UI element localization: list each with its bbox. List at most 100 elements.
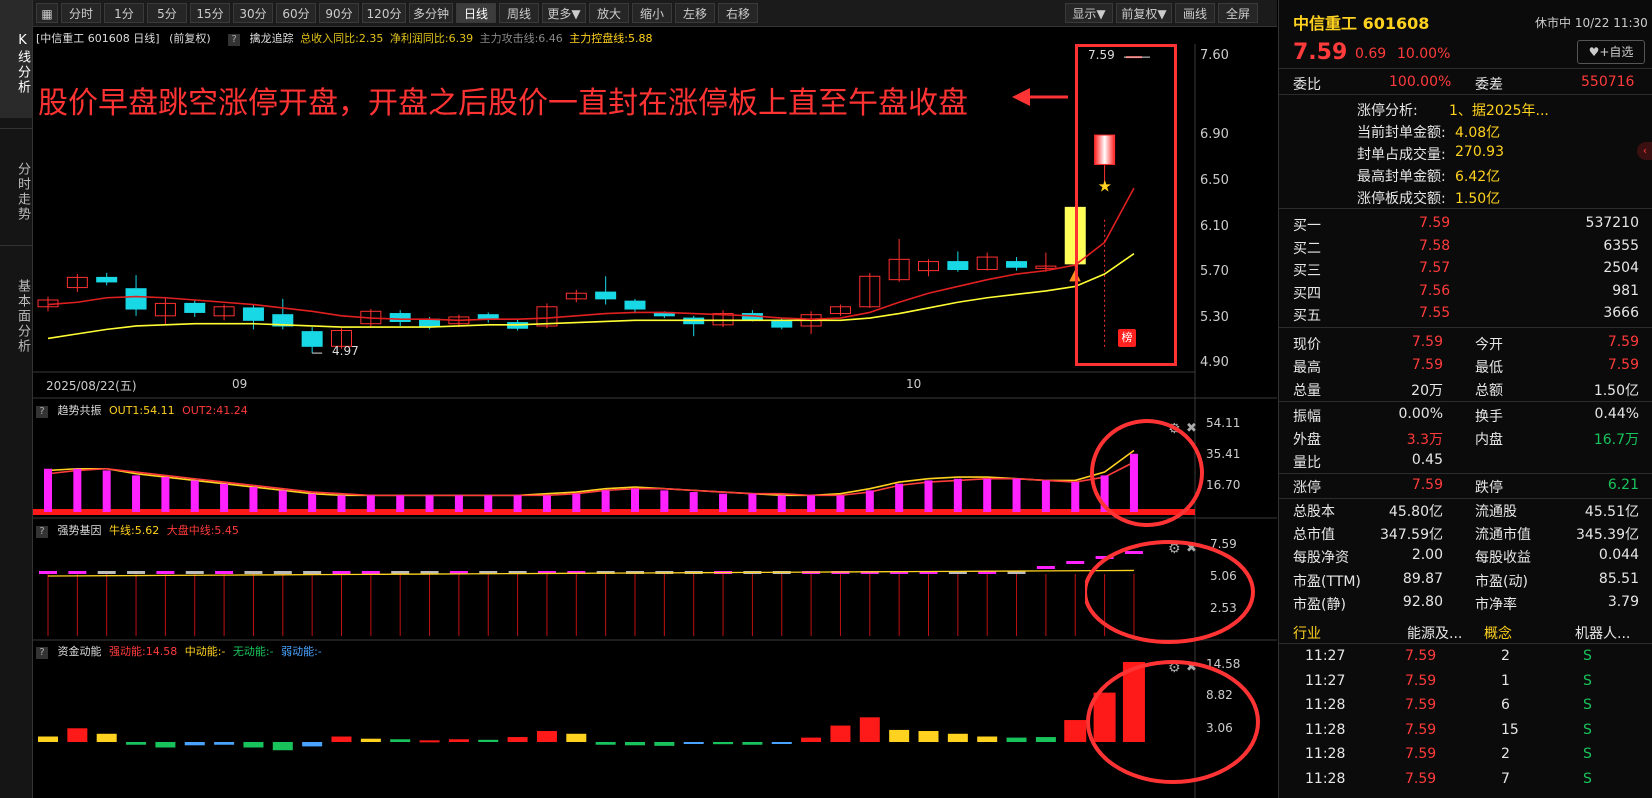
- period-button-weekly[interactable]: 周线: [499, 3, 539, 23]
- bid-row[interactable]: 买一 7.59 537210: [1279, 213, 1652, 235]
- period-button-1m[interactable]: 1分: [104, 3, 144, 23]
- indicator1-bar: [1041, 480, 1050, 512]
- indicator1-bar: [132, 475, 141, 512]
- period-button-intraday[interactable]: 分时: [61, 3, 101, 23]
- period-button-multi[interactable]: 多分钟: [409, 3, 453, 23]
- candle-body: [1006, 261, 1028, 268]
- limit-analysis-label: 封单占成交量:: [1357, 147, 1446, 163]
- zoom-in-button[interactable]: 放大: [589, 3, 629, 23]
- period-button-15m[interactable]: 15分: [190, 3, 230, 23]
- more-periods-dropdown[interactable]: 更多▼: [542, 3, 586, 23]
- indicator2-bull: 牛线:5.62: [109, 524, 160, 537]
- stat-value: 16.7万: [1593, 432, 1639, 448]
- period-button-60m[interactable]: 60分: [276, 3, 316, 23]
- limit-analysis-value[interactable]: 1、据2025年...: [1449, 100, 1549, 120]
- bid-row[interactable]: 买二 7.58 6355: [1279, 236, 1652, 258]
- bid-row[interactable]: 买四 7.56 981: [1279, 281, 1652, 303]
- highlight-box: [1075, 44, 1177, 366]
- indicator3-bar: [771, 742, 792, 744]
- indicator2-market: 大盘中线:5.45: [166, 524, 239, 537]
- add-watchlist-button[interactable]: ♥+自选: [1577, 40, 1645, 64]
- tick-side: S: [1583, 770, 1592, 787]
- indicator3-none: 无动能:-: [232, 645, 274, 658]
- tick-volume: 2: [1501, 648, 1510, 664]
- indicator2-mark: [215, 571, 234, 574]
- limit-analysis-value: 1.50亿: [1455, 191, 1501, 207]
- help-icon[interactable]: ?: [36, 406, 48, 418]
- stat-label: 市净率: [1475, 597, 1517, 613]
- annotation-text: 股价早盘跳空涨停开盘，开盘之后股价一直封在涨停板上直至午盘收盘: [38, 86, 968, 121]
- tick-volume: 15: [1501, 721, 1519, 738]
- stat-label: 最低: [1475, 360, 1503, 376]
- stats-row: 涨停 7.59 跌停 6.21: [1279, 475, 1652, 497]
- zoom-out-button[interactable]: 缩小: [632, 3, 672, 23]
- indicator3-bar: [272, 742, 293, 751]
- tick-row: 11:27 7.59 1 S: [1279, 671, 1652, 693]
- indicator3-bar: [1035, 737, 1056, 742]
- grid-icon[interactable]: ▦: [36, 3, 58, 23]
- stats-row: 外盘 3.3万 内盘 16.7万: [1279, 427, 1652, 449]
- bid-row[interactable]: 买三 7.57 2504: [1279, 258, 1652, 280]
- period-button-90m[interactable]: 90分: [319, 3, 359, 23]
- tick-row: 11:28 7.59 7 S: [1279, 769, 1652, 791]
- tick-time: 11:28: [1305, 746, 1346, 762]
- indicator2-mark: [1036, 566, 1055, 569]
- stat-value: 0.00%: [1398, 406, 1443, 422]
- tick-time: 11:28: [1305, 721, 1346, 738]
- period-button-120m[interactable]: 120分: [362, 3, 406, 23]
- stat-label: 现价: [1293, 337, 1321, 353]
- indicator1-bar: [249, 487, 258, 512]
- indicator1-bar: [631, 488, 639, 512]
- bid-volume: 981: [1612, 282, 1639, 299]
- period-button-daily[interactable]: 日线: [456, 3, 496, 23]
- bid-row[interactable]: 买五 7.55 3666: [1279, 303, 1652, 325]
- help-icon[interactable]: ?: [36, 647, 48, 659]
- weicha-value: 550716: [1581, 74, 1635, 90]
- indicator2-mark: [68, 571, 87, 574]
- display-dropdown[interactable]: 显示▼: [1065, 3, 1113, 23]
- limit-analysis-row: 最高封单金额: 6.42亿: [1279, 164, 1652, 186]
- indicator3-weak: 弱动能:-: [281, 645, 322, 658]
- rank-badge[interactable]: 榜: [1118, 329, 1136, 347]
- indicator1-bar: [44, 468, 52, 512]
- tick-price: 7.59: [1405, 770, 1437, 787]
- weibi-label: 委比: [1293, 77, 1321, 93]
- indicator2-mark: [244, 571, 263, 574]
- indicator1-bar: [161, 477, 170, 512]
- help-icon[interactable]: ?: [36, 526, 48, 538]
- collapse-arrow-icon[interactable]: ‹: [1637, 142, 1652, 160]
- indicator1-bar: [513, 495, 522, 512]
- indicator1-header: ? 趋势共振 OUT1:54.11 OUT2:41.24: [36, 402, 248, 418]
- indicator1-bar: [601, 490, 610, 512]
- stat-label: 内盘: [1475, 432, 1503, 448]
- highlight-ellipses: [1085, 419, 1260, 784]
- indicator3-bar: [331, 736, 352, 742]
- indicator2-mark: [332, 571, 351, 574]
- indicator3-bar: [419, 740, 440, 743]
- fullscreen-button[interactable]: 全屏: [1218, 3, 1258, 23]
- stat-value: 2.00: [1411, 547, 1443, 563]
- pan-right-button[interactable]: 右移: [718, 3, 758, 23]
- period-button-30m[interactable]: 30分: [233, 3, 273, 23]
- ma-line-yellow: [47, 253, 1135, 340]
- stat-label: 市盈(TTM): [1293, 574, 1361, 590]
- concept-value[interactable]: 机器人...: [1575, 623, 1630, 643]
- period-button-5m[interactable]: 5分: [147, 3, 187, 23]
- tab-kline[interactable]: K线分析: [0, 0, 32, 118]
- indicator1-bar: [278, 490, 287, 512]
- indicator2-mark: [39, 571, 57, 574]
- tab-intraday[interactable]: 分时走势: [0, 128, 32, 238]
- indicator3-bar: [801, 737, 822, 742]
- tick-side: S: [1583, 648, 1592, 664]
- tab-fundamentals[interactable]: 基本面分析: [0, 245, 32, 375]
- price-change-pct: 10.00%: [1397, 46, 1451, 62]
- indicator3-title: 资金动能: [57, 645, 102, 658]
- indicator2-header: ? 强势基因 牛线:5.62 大盘中线:5.45: [36, 522, 239, 538]
- industry-value[interactable]: 能源及...: [1407, 623, 1462, 643]
- stat-label: 外盘: [1293, 432, 1321, 448]
- indicator3-bar: [478, 739, 499, 742]
- pan-left-button[interactable]: 左移: [675, 3, 715, 23]
- draw-line-button[interactable]: 画线: [1175, 3, 1215, 23]
- price-tick: 6.90: [1200, 127, 1229, 142]
- adjust-dropdown[interactable]: 前复权▼: [1116, 3, 1172, 23]
